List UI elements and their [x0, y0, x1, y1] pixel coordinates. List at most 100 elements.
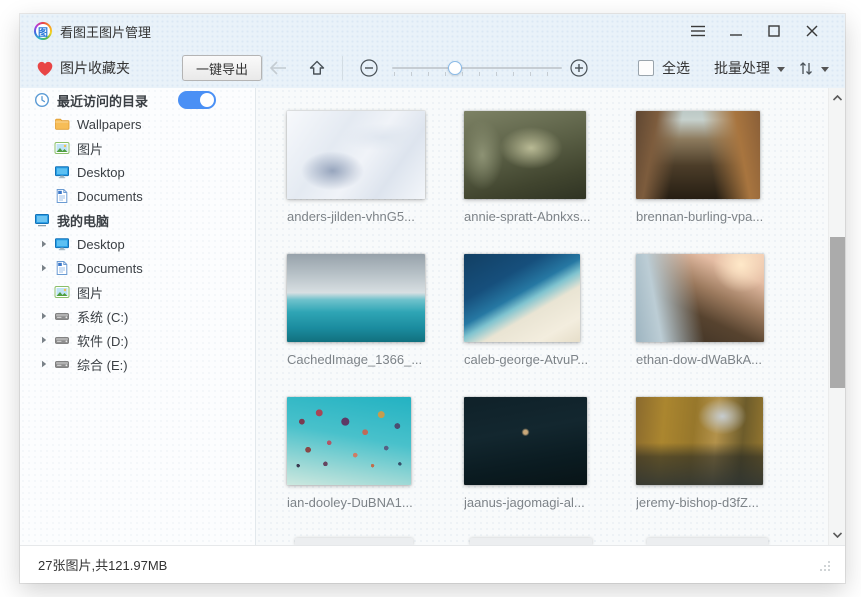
image-item[interactable]: jaanus-jagomagi-al...: [464, 397, 636, 511]
sidebar-item-documents-recent[interactable]: Documents: [20, 184, 255, 208]
image-filename: jeremy-bishop-d3fZ...: [636, 495, 796, 510]
recent-toggle-switch[interactable]: [178, 91, 216, 109]
zoom-slider-thumb[interactable]: [448, 61, 462, 75]
sidebar-item-label: Documents: [77, 261, 143, 276]
image-item[interactable]: ethan-dow-dWaBkA...: [636, 254, 796, 368]
expand-arrow-icon[interactable]: [40, 336, 48, 344]
chevron-down-icon: [821, 67, 829, 72]
image-thumbnail[interactable]: [464, 254, 580, 342]
sidebar-item-label: 图片: [77, 139, 103, 158]
main-area: 最近访问的目录 Wallpapers 图片: [20, 88, 845, 545]
scrollbar-thumb[interactable]: [830, 237, 845, 388]
image-item[interactable]: jeremy-bishop-d3fZ...: [636, 397, 796, 511]
clock-icon: [34, 92, 50, 108]
sort-icon: [798, 60, 814, 77]
sort-dropdown[interactable]: [798, 48, 829, 88]
document-icon: [54, 260, 70, 276]
batch-process-label: 批量处理: [714, 58, 770, 78]
sidebar-item-label: Desktop: [77, 237, 125, 252]
sidebar-item-drive-c[interactable]: 系统 (C:): [20, 304, 255, 328]
expand-arrow-icon[interactable]: [40, 312, 48, 320]
image-item[interactable]: annie-spratt-Abnkxs...: [464, 111, 636, 225]
sidebar-item-label: Desktop: [77, 165, 125, 180]
partial-thumbnail: [647, 538, 768, 545]
image-filename: caleb-george-AtvuP...: [464, 352, 636, 367]
zoom-in-button[interactable]: [570, 59, 588, 77]
sidebar-item-label: Documents: [77, 189, 143, 204]
minimize-button[interactable]: [717, 14, 755, 48]
maximize-button[interactable]: [755, 14, 793, 48]
image-thumbnail[interactable]: [287, 111, 425, 199]
image-thumbnail[interactable]: [636, 397, 763, 485]
image-thumbnail[interactable]: [636, 111, 760, 199]
select-all-label[interactable]: 全选: [662, 48, 690, 88]
expand-arrow-icon[interactable]: [40, 240, 48, 248]
close-button[interactable]: [793, 14, 831, 48]
image-filename: annie-spratt-Abnkxs...: [464, 209, 636, 224]
image-item[interactable]: caleb-george-AtvuP...: [464, 254, 636, 368]
zoom-slider-track[interactable]: [392, 67, 562, 69]
sidebar-item-wallpapers[interactable]: Wallpapers: [20, 112, 255, 136]
scroll-down-button[interactable]: [829, 527, 845, 543]
zoom-slider-ticks: [394, 72, 562, 76]
sidebar-item-drive-e[interactable]: 综合 (E:): [20, 352, 255, 376]
resize-grip[interactable]: [819, 559, 831, 577]
image-item[interactable]: ian-dooley-DuBNA1...: [287, 397, 464, 511]
drive-icon: [54, 308, 70, 324]
vertical-scrollbar[interactable]: [828, 88, 845, 545]
sidebar-section-label: 最近访问的目录: [57, 91, 148, 110]
toolbar: 图片收藏夹 一键导出 全选 批量处理: [20, 48, 845, 88]
toggle-knob: [200, 93, 214, 107]
app-window: 图 看图王图片管理 图片收藏夹 一键导出: [20, 14, 845, 583]
zoom-in-icon: [570, 59, 588, 77]
app-logo-icon: 图: [34, 22, 52, 40]
image-item[interactable]: CachedImage_1366_...: [287, 254, 464, 368]
chevron-up-icon: [833, 95, 842, 101]
sidebar-section-computer[interactable]: 我的电脑: [20, 208, 255, 232]
scroll-up-button[interactable]: [829, 90, 845, 106]
image-item[interactable]: brennan-burling-vpa...: [636, 111, 796, 225]
expand-arrow-icon[interactable]: [40, 360, 48, 368]
image-filename: CachedImage_1366_...: [287, 352, 464, 367]
image-thumbnail[interactable]: [464, 111, 586, 199]
desktop-background: 图 看图王图片管理 图片收藏夹 一键导出: [0, 0, 861, 597]
menu-button[interactable]: [679, 14, 717, 48]
sidebar-section-recent[interactable]: 最近访问的目录: [20, 88, 255, 112]
favorites-label: 图片收藏夹: [60, 48, 130, 88]
hamburger-icon: [691, 25, 705, 37]
image-thumbnail[interactable]: [464, 397, 587, 485]
image-item[interactable]: anders-jilden-vhnG5...: [287, 111, 464, 225]
pictures-icon: [54, 140, 70, 156]
home-up-icon: [308, 59, 326, 77]
folder-icon: [54, 116, 70, 132]
batch-process-dropdown[interactable]: 批量处理: [714, 48, 785, 88]
image-filename: brennan-burling-vpa...: [636, 209, 796, 224]
maximize-icon: [768, 25, 780, 37]
sidebar-item-pictures[interactable]: 图片: [20, 280, 255, 304]
sidebar-item-pictures-recent[interactable]: 图片: [20, 136, 255, 160]
minimize-icon: [730, 25, 742, 37]
drive-icon: [54, 332, 70, 348]
zoom-out-button[interactable]: [360, 59, 378, 77]
sidebar-item-label: 图片: [77, 283, 103, 302]
zoom-slider[interactable]: [392, 48, 562, 88]
sidebar-item-documents[interactable]: Documents: [20, 256, 255, 280]
window-title: 看图王图片管理: [60, 22, 151, 41]
image-filename: anders-jilden-vhnG5...: [287, 209, 464, 224]
select-all-checkbox[interactable]: [638, 60, 654, 76]
sidebar-item-desktop-recent[interactable]: Desktop: [20, 160, 255, 184]
image-thumbnail[interactable]: [287, 254, 425, 342]
titlebar[interactable]: 图 看图王图片管理: [20, 14, 845, 48]
image-thumbnail[interactable]: [636, 254, 764, 342]
document-icon: [54, 188, 70, 204]
back-button[interactable]: [268, 48, 288, 88]
up-home-button[interactable]: [308, 48, 326, 88]
drive-icon: [54, 356, 70, 372]
export-button[interactable]: 一键导出: [182, 55, 262, 81]
pictures-icon: [54, 284, 70, 300]
sidebar-item-desktop[interactable]: Desktop: [20, 232, 255, 256]
heart-icon: [36, 48, 54, 88]
sidebar-item-drive-d[interactable]: 软件 (D:): [20, 328, 255, 352]
expand-arrow-icon[interactable]: [40, 264, 48, 272]
image-thumbnail[interactable]: [287, 397, 411, 485]
